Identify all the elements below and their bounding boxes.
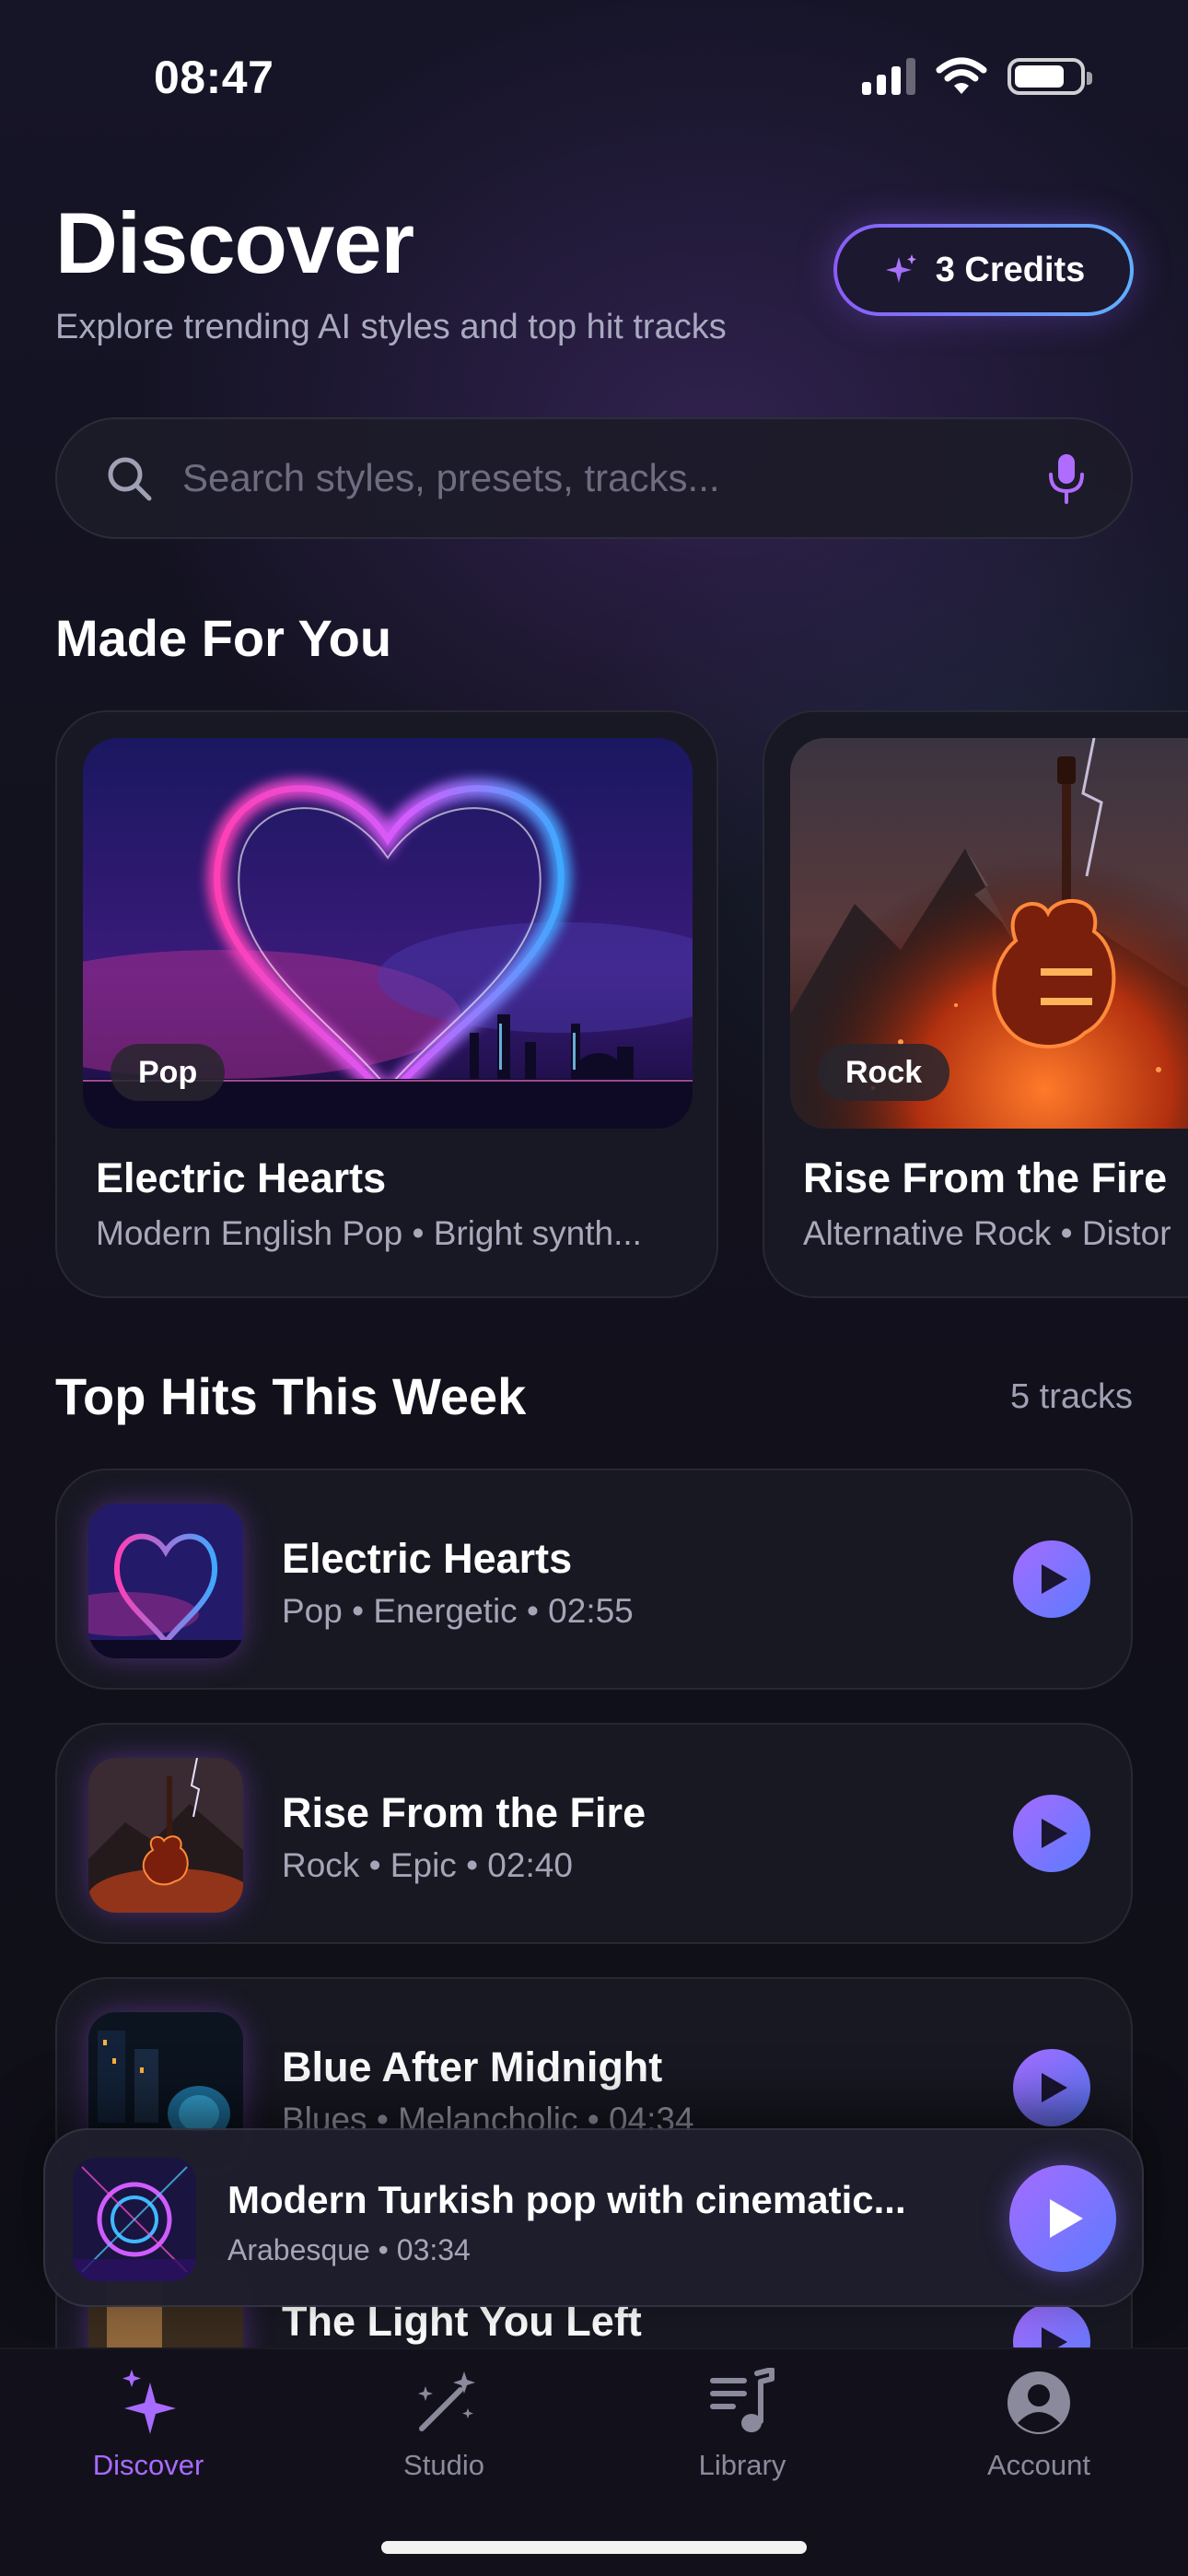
tab-label: Studio: [403, 2449, 484, 2481]
track-title: Blue After Midnight: [282, 2043, 663, 2090]
status-icons: [862, 57, 1092, 96]
home-indicator[interactable]: [381, 2541, 807, 2554]
microphone-icon[interactable]: [1046, 451, 1087, 506]
play-button[interactable]: [1013, 1540, 1090, 1618]
music-library-icon: [710, 2368, 775, 2432]
play-icon: [1042, 1564, 1067, 1594]
track-meta: Rock • Epic • 02:40: [282, 1846, 573, 1884]
status-time: 08:47: [154, 52, 274, 103]
mini-player-play-button[interactable]: [1009, 2165, 1116, 2272]
genre-badge: Pop: [111, 1044, 226, 1101]
page-title: Discover: [55, 194, 414, 291]
tab-discover[interactable]: Discover: [38, 2368, 259, 2482]
tab-label: Discover: [92, 2449, 204, 2481]
card-title: Rise From the Fire: [803, 1154, 1168, 1201]
mini-player-artwork: [73, 2158, 196, 2281]
cellular-signal-icon: [862, 58, 915, 95]
card-artwork-fire-guitar: Rock: [790, 738, 1188, 1129]
track-title: Electric Hearts: [282, 1535, 573, 1582]
mini-player[interactable]: Modern Turkish pop with cinematic... Ara…: [43, 2128, 1144, 2307]
track-row[interactable]: Electric Hearts Pop • Energetic • 02:55: [55, 1469, 1133, 1690]
play-button[interactable]: [1013, 2049, 1090, 2126]
sparkles-icon: [122, 2370, 176, 2434]
genre-badge: Rock: [818, 1044, 950, 1101]
track-title: Rise From the Fire: [282, 1789, 646, 1836]
track-artwork: [88, 1504, 243, 1658]
tab-label: Library: [698, 2449, 786, 2481]
track-row[interactable]: Rise From the Fire Rock • Epic • 02:40: [55, 1723, 1133, 1944]
play-icon: [1042, 1819, 1067, 1848]
discover-screen: 08:47 Discover Explore trending AI style…: [0, 0, 1188, 2576]
card-subtitle: Modern English Pop • Bright synth...: [96, 1214, 642, 1252]
magic-wand-icon: [418, 2371, 475, 2431]
style-card[interactable]: Rock Rise From the Fire Alternative Rock…: [763, 710, 1188, 1298]
mini-player-title: Modern Turkish pop with cinematic...: [227, 2178, 906, 2221]
card-artwork-neon-heart: Pop: [83, 738, 693, 1129]
user-circle-icon: [1007, 2371, 1070, 2434]
tab-account[interactable]: Account: [928, 2368, 1149, 2482]
mini-player-meta: Arabesque • 03:34: [227, 2233, 471, 2266]
page-subtitle: Explore trending AI styles and top hit t…: [55, 308, 727, 346]
card-title: Electric Hearts: [96, 1154, 387, 1201]
top-hits-title: Top Hits This Week: [55, 1367, 527, 1425]
play-icon: [1042, 2073, 1067, 2102]
track-meta: Pop • Energetic • 02:55: [282, 1592, 634, 1630]
battery-icon: [1007, 58, 1092, 95]
card-subtitle: Alternative Rock • Distor: [803, 1214, 1171, 1252]
search-icon: [108, 457, 152, 501]
credits-label: 3 Credits: [935, 250, 1086, 289]
play-button[interactable]: [1013, 1795, 1090, 1872]
search-bar: [55, 417, 1133, 539]
credits-button[interactable]: 3 Credits: [833, 224, 1134, 316]
sparkle-icon: [885, 254, 916, 283]
track-artwork: [88, 1758, 243, 1913]
tab-studio[interactable]: Studio: [333, 2368, 554, 2482]
track-count: 5 tracks: [1009, 1377, 1133, 1416]
play-icon: [1050, 2199, 1083, 2238]
search-input[interactable]: [182, 456, 1046, 500]
style-card[interactable]: Pop Electric Hearts Modern English Pop •…: [55, 710, 718, 1298]
tab-library[interactable]: Library: [632, 2368, 853, 2482]
tab-label: Account: [986, 2449, 1090, 2481]
wifi-icon: [936, 57, 987, 94]
made-for-you-title: Made For You: [55, 609, 392, 667]
